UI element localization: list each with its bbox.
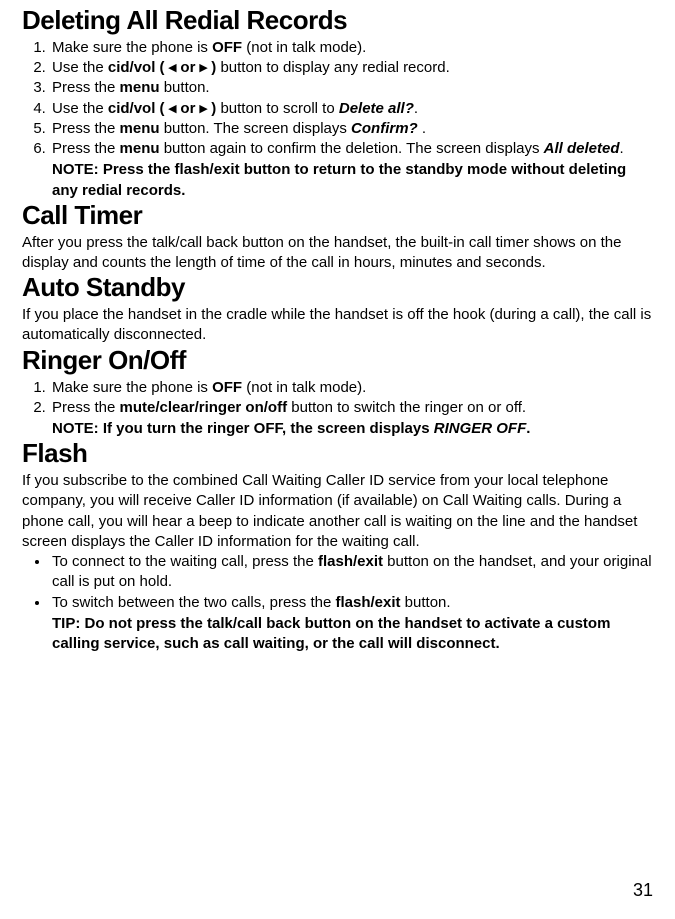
text: button. bbox=[401, 594, 451, 611]
text: . bbox=[418, 120, 426, 137]
text: (not in talk mode). bbox=[242, 379, 366, 396]
text: Press the bbox=[52, 140, 120, 157]
text: Press the bbox=[52, 79, 120, 96]
deleting-steps: Make sure the phone is OFF (not in talk … bbox=[22, 38, 653, 160]
text: . bbox=[526, 420, 530, 437]
step-5: Press the menu button. The screen displa… bbox=[50, 119, 653, 139]
text: . bbox=[620, 140, 624, 157]
flash-paragraph: If you subscribe to the combined Call Wa… bbox=[22, 471, 653, 552]
bold-menu: menu bbox=[120, 79, 160, 96]
bi-confirm: Confirm? bbox=[351, 120, 418, 137]
text: Make sure the phone is bbox=[52, 39, 212, 56]
bi-delete-all: Delete all? bbox=[339, 100, 414, 117]
bold-off: OFF bbox=[212, 39, 242, 56]
flash-bullets: To connect to the waiting call, press th… bbox=[22, 552, 653, 613]
text: button. The screen displays bbox=[160, 120, 352, 137]
bullet-1: To connect to the waiting call, press th… bbox=[50, 552, 653, 593]
calltimer-paragraph: After you press the talk/call back butto… bbox=[22, 233, 653, 274]
heading-ringer-on-off: Ringer On/Off bbox=[22, 346, 653, 376]
ringer-steps: Make sure the phone is OFF (not in talk … bbox=[22, 378, 653, 419]
heading-call-timer: Call Timer bbox=[22, 201, 653, 231]
step-2: Press the mute/clear/ringer on/off butto… bbox=[50, 398, 653, 418]
step-3: Press the menu button. bbox=[50, 78, 653, 98]
text: NOTE: If you turn the ringer OFF, the sc… bbox=[52, 420, 434, 437]
bold-cid-vol: cid/vol ( ◂ or ▸ ) bbox=[108, 59, 216, 76]
flash-tip: TIP: Do not press the talk/call back but… bbox=[52, 614, 623, 655]
text: button to display any redial record. bbox=[216, 59, 449, 76]
text: To switch between the two calls, press t… bbox=[52, 594, 335, 611]
bold-mute-clear: mute/clear/ringer on/off bbox=[120, 399, 288, 416]
ringer-note: NOTE: If you turn the ringer OFF, the sc… bbox=[52, 419, 653, 439]
page-number: 31 bbox=[633, 880, 653, 901]
bold-menu: menu bbox=[120, 120, 160, 137]
bi-all-deleted: All deleted bbox=[544, 140, 620, 157]
bold-menu: menu bbox=[120, 140, 160, 157]
text: button to switch the ringer on or off. bbox=[287, 399, 526, 416]
step-4: Use the cid/vol ( ◂ or ▸ ) button to scr… bbox=[50, 99, 653, 119]
step-2: Use the cid/vol ( ◂ or ▸ ) button to dis… bbox=[50, 58, 653, 78]
bold-off: OFF bbox=[212, 379, 242, 396]
text: . bbox=[414, 100, 418, 117]
text: (not in talk mode). bbox=[242, 39, 366, 56]
autostandby-paragraph: If you place the handset in the cradle w… bbox=[22, 305, 653, 346]
text: Use the bbox=[52, 100, 108, 117]
bi-ringer-off: RINGER OFF bbox=[434, 420, 527, 437]
deleting-note: NOTE: Press the flash/exit button to ret… bbox=[52, 160, 653, 201]
bold-flash-exit: flash/exit bbox=[318, 553, 383, 570]
bold-cid-vol: cid/vol ( ◂ or ▸ ) bbox=[108, 100, 216, 117]
heading-deleting-all-redial-records: Deleting All Redial Records bbox=[22, 0, 653, 36]
bold-flash-exit: flash/exit bbox=[335, 594, 400, 611]
page: Deleting All Redial Records Make sure th… bbox=[0, 0, 675, 919]
bullet-2: To switch between the two calls, press t… bbox=[50, 593, 653, 613]
text: button again to confirm the deletion. Th… bbox=[160, 140, 544, 157]
step-6: Press the menu button again to confirm t… bbox=[50, 139, 653, 159]
heading-flash: Flash bbox=[22, 439, 653, 469]
text: Make sure the phone is bbox=[52, 379, 212, 396]
text: To connect to the waiting call, press th… bbox=[52, 553, 318, 570]
text: button. bbox=[160, 79, 210, 96]
step-1: Make sure the phone is OFF (not in talk … bbox=[50, 378, 653, 398]
step-1: Make sure the phone is OFF (not in talk … bbox=[50, 38, 653, 58]
text: Press the bbox=[52, 120, 120, 137]
text: button to scroll to bbox=[216, 100, 339, 117]
heading-auto-standby: Auto Standby bbox=[22, 273, 653, 303]
text: Press the bbox=[52, 399, 120, 416]
text: Use the bbox=[52, 59, 108, 76]
